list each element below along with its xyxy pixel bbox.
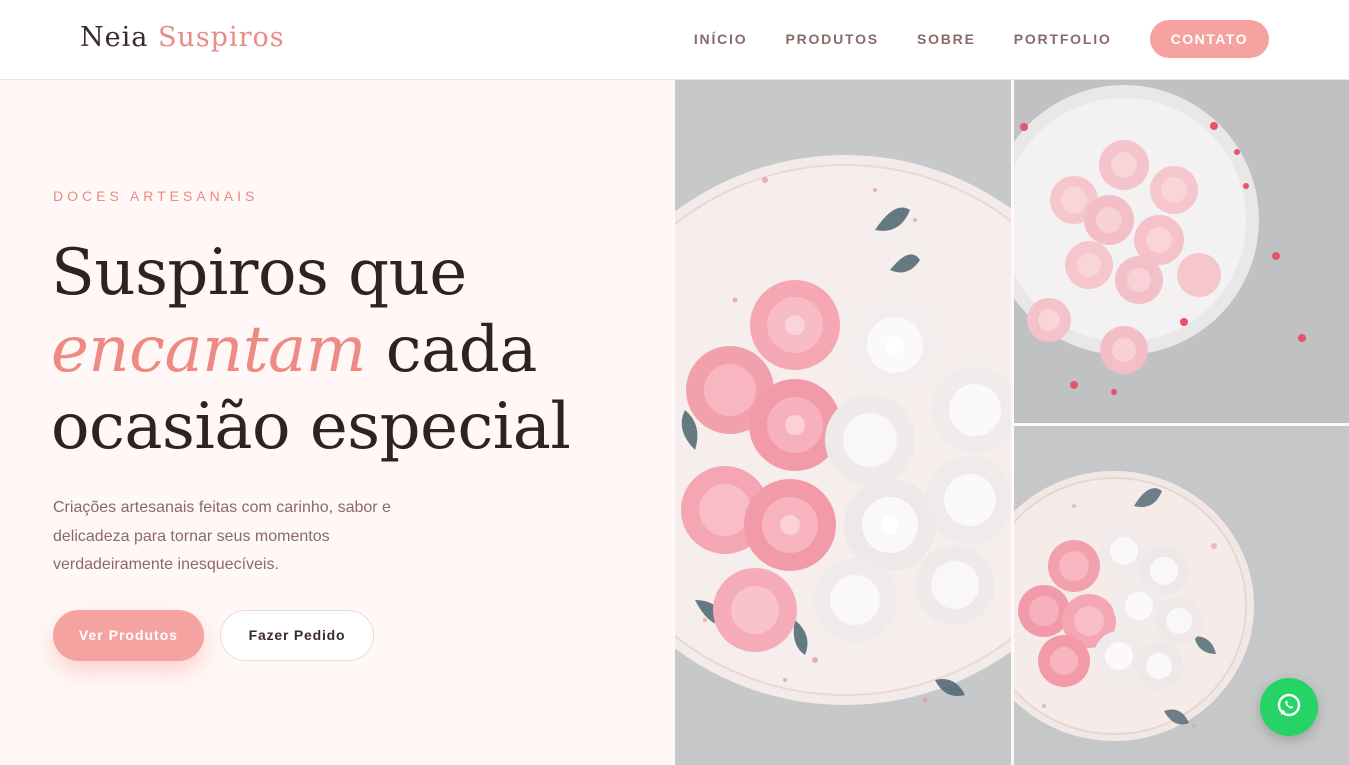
- headline-line-3: ocasião especial: [51, 390, 571, 464]
- nav-link-portfolio[interactable]: PORTFOLIO: [1014, 20, 1112, 58]
- main-nav: INÍCIO PRODUTOS SOBRE PORTFOLIO CONTATO: [694, 20, 1269, 58]
- whatsapp-icon: [1275, 691, 1303, 724]
- gallery-photo-main: [675, 80, 1011, 765]
- place-order-button[interactable]: Fazer Pedido: [220, 610, 374, 661]
- hero-eyebrow: DOCES ARTESANAIS: [53, 188, 259, 204]
- hero-section: DOCES ARTESANAIS Suspiros que encantam c…: [0, 80, 675, 765]
- nav-link-sobre[interactable]: SOBRE: [917, 20, 976, 58]
- view-products-button[interactable]: Ver Produtos: [53, 610, 204, 661]
- headline-line-2-rest: cada: [365, 313, 538, 387]
- headline-emphasis: encantam: [51, 313, 366, 387]
- nav-link-produtos[interactable]: PRODUTOS: [785, 20, 879, 58]
- contact-button[interactable]: CONTATO: [1149, 20, 1269, 58]
- brand-name-second: Suspiros: [157, 22, 285, 53]
- hero-headline: Suspiros que encantam cada ocasião espec…: [51, 235, 571, 466]
- hero-lead-text: Criações artesanais feitas com carinho, …: [53, 499, 391, 573]
- gallery-photo-top-right: [1014, 80, 1349, 423]
- brand-name-first: Neia: [80, 22, 149, 53]
- whatsapp-button[interactable]: [1260, 678, 1318, 736]
- nav-link-inicio[interactable]: INÍCIO: [694, 20, 748, 58]
- headline-line-1: Suspiros que: [51, 236, 467, 310]
- site-header: Neia Suspiros INÍCIO PRODUTOS SOBRE PORT…: [0, 0, 1349, 80]
- brand-logo[interactable]: Neia Suspiros: [80, 22, 285, 53]
- hero-gallery: [675, 80, 1349, 765]
